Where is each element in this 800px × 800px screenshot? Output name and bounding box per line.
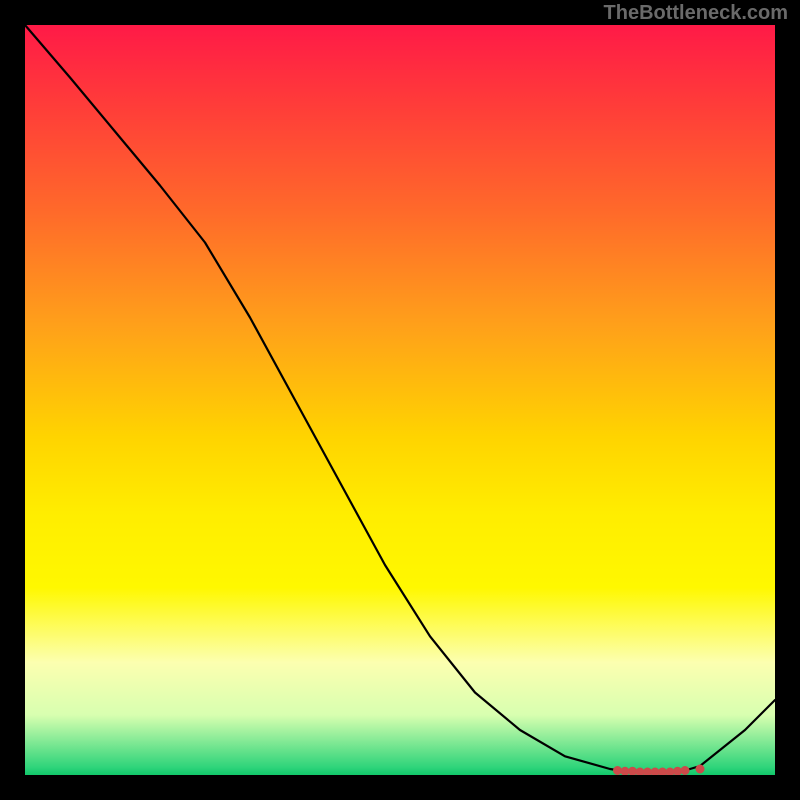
data-marker [659, 768, 667, 775]
data-marker [621, 767, 629, 775]
data-marker [674, 767, 682, 775]
data-marker [629, 767, 637, 775]
data-marker [651, 768, 659, 775]
data-marker [644, 768, 652, 775]
data-marker [696, 765, 704, 773]
plot-area [25, 25, 775, 775]
data-marker [681, 767, 689, 775]
data-marker [636, 768, 644, 775]
chart-frame: TheBottleneck.com [0, 0, 800, 800]
data-marker [614, 767, 622, 775]
curve-path [25, 25, 775, 772]
attribution-text: TheBottleneck.com [604, 2, 788, 25]
data-marker [666, 768, 674, 775]
chart-svg [25, 25, 775, 775]
